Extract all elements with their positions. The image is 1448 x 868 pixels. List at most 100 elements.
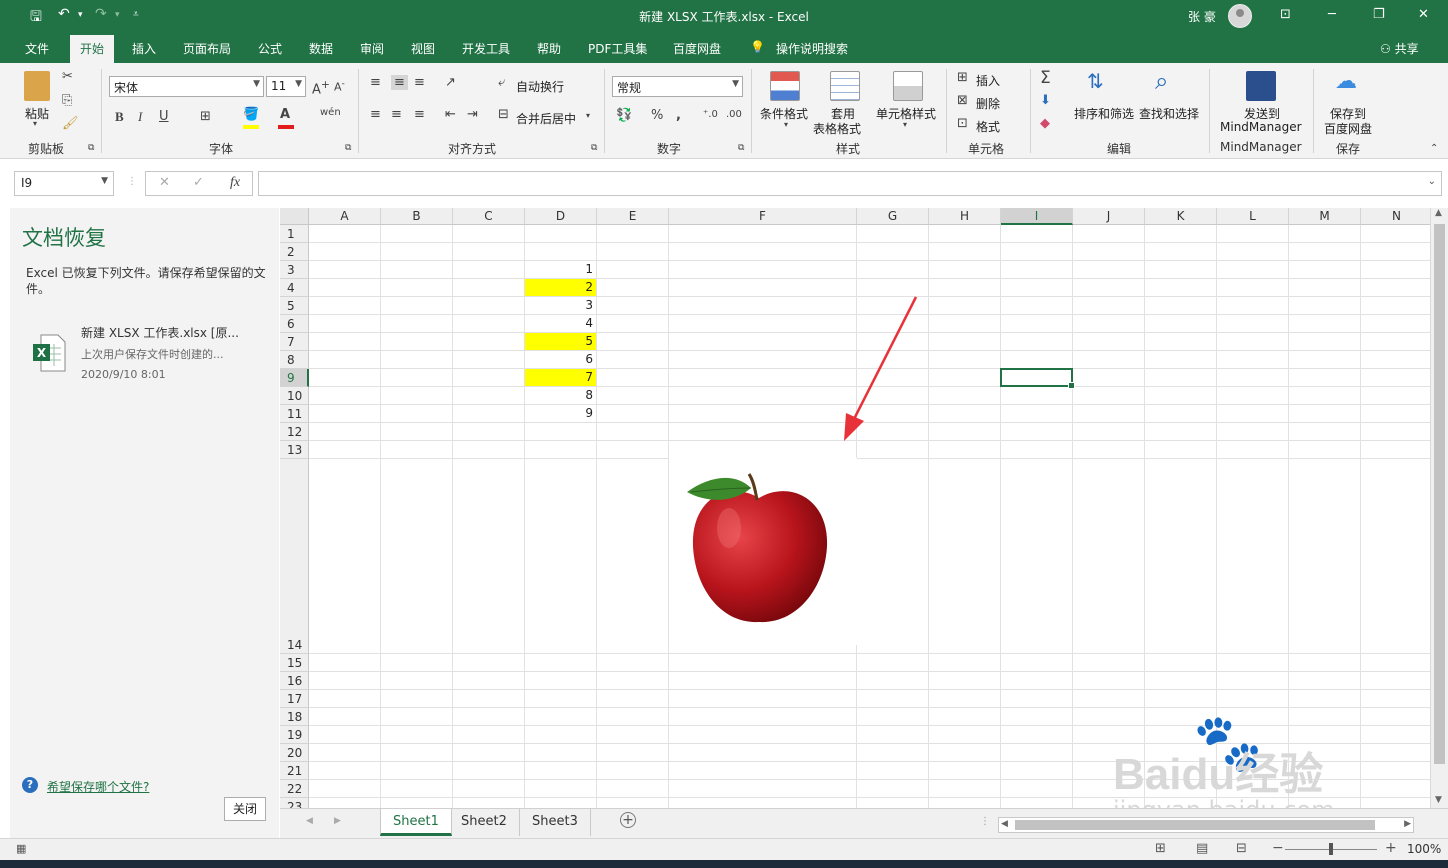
row-header-6[interactable]: 6 [280, 315, 309, 333]
tab-review[interactable]: 审阅 [360, 40, 384, 57]
row-header-10[interactable]: 10 [280, 387, 309, 405]
find-select-button[interactable]: 查找和选择 [1139, 105, 1199, 122]
row-header-19[interactable]: 19 [280, 726, 309, 744]
paste-icon[interactable] [24, 71, 50, 101]
page-break-view-icon[interactable]: ⊟ [1236, 841, 1247, 856]
column-header-b[interactable]: B [381, 208, 453, 225]
phonetic-icon[interactable]: wén [320, 107, 341, 118]
cell-d8[interactable]: 6 [525, 351, 596, 368]
split-handle-icon[interactable]: ⋮ [980, 816, 990, 827]
cell-d7[interactable]: 5 [525, 333, 596, 350]
align-right-icon[interactable]: ≡ [414, 107, 425, 122]
align-bottom-icon[interactable]: ≡ [414, 75, 425, 90]
scroll-right-icon[interactable]: ▶ [1404, 819, 1411, 829]
row-header-20[interactable]: 20 [280, 744, 309, 762]
merge-center-button[interactable]: 合并后居中 [516, 110, 576, 127]
cell-d10[interactable]: 8 [525, 387, 596, 404]
number-launcher-icon[interactable]: ⧉ [738, 143, 744, 153]
format-cells-button[interactable]: 格式 [976, 118, 1000, 135]
column-header-k[interactable]: K [1145, 208, 1217, 225]
tab-pdf-tools[interactable]: PDF工具集 [588, 40, 647, 57]
row-header-8[interactable]: 8 [280, 351, 309, 369]
clipboard-launcher-icon[interactable]: ⧉ [88, 143, 94, 153]
percent-icon[interactable]: % [651, 108, 663, 123]
increase-font-icon[interactable]: A+ [312, 78, 330, 97]
row-header-4[interactable]: 4 [280, 279, 309, 297]
cell-d5[interactable]: 3 [525, 297, 596, 314]
tab-view[interactable]: 视图 [411, 40, 435, 57]
font-color-icon[interactable]: A [280, 107, 290, 122]
prev-sheet-icon[interactable]: ◀ [306, 816, 313, 826]
insert-function-icon[interactable]: fx [230, 175, 240, 191]
row-header-7[interactable]: 7 [280, 333, 309, 351]
macro-record-icon[interactable]: ▦ [16, 842, 26, 855]
column-header-l[interactable]: L [1217, 208, 1289, 225]
sort-filter-icon[interactable]: ⇅ [1087, 69, 1104, 93]
delete-cells-icon[interactable]: ⊠ [957, 93, 968, 108]
row-header-1[interactable]: 1 [280, 225, 309, 243]
fill-icon[interactable]: ⬇ [1040, 93, 1051, 108]
close-recovery-button[interactable]: 关闭 [224, 797, 266, 821]
zoom-in-icon[interactable]: + [1385, 840, 1397, 856]
increase-indent-icon[interactable]: ⇥ [467, 107, 478, 122]
ribbon-display-icon[interactable]: ⊡ [1280, 7, 1291, 22]
mindmanager-icon[interactable] [1246, 71, 1276, 101]
share-button[interactable]: ⚇ 共享 [1380, 40, 1419, 57]
sheet-tab-3[interactable]: Sheet3 [519, 809, 591, 836]
column-header-f[interactable]: F [669, 208, 857, 225]
underline-icon[interactable]: U [159, 109, 169, 124]
active-cell-selection[interactable] [1000, 368, 1075, 389]
cut-icon[interactable]: ✂ [62, 69, 73, 84]
autosum-icon[interactable]: Σ [1040, 68, 1051, 88]
increase-decimal-icon[interactable]: ⁺.0 [703, 109, 718, 120]
row-header-21[interactable]: 21 [280, 762, 309, 780]
recovered-file-name[interactable]: 新建 XLSX 工作表.xlsx [原... [81, 324, 239, 341]
tab-page-layout[interactable]: 页面布局 [183, 40, 231, 57]
row-header-15[interactable]: 15 [280, 654, 309, 672]
row-header-9[interactable]: 9 [280, 369, 309, 387]
decrease-indent-icon[interactable]: ⇤ [445, 107, 456, 122]
clear-icon[interactable]: ◆ [1040, 116, 1050, 131]
worksheet-grid[interactable]: ABCDEFGHIJKLMN 1 2 3 4 5 6 7 8 9 10 11 12 13 14 15 16 17… [280, 208, 1448, 808]
column-header-n[interactable]: N [1361, 208, 1433, 225]
delete-cells-button[interactable]: 删除 [976, 95, 1000, 112]
conditional-format-icon[interactable] [770, 71, 800, 101]
format-painter-icon[interactable]: 🖌 [62, 116, 79, 131]
horizontal-scrollbar[interactable]: ◀ ▶ [998, 817, 1414, 833]
minimize-icon[interactable]: ─ [1328, 7, 1336, 22]
column-header-c[interactable]: C [453, 208, 525, 225]
horizontal-scroll-thumb[interactable] [1015, 820, 1375, 830]
tab-file[interactable]: 文件 [25, 40, 49, 57]
row-header-16[interactable]: 16 [280, 672, 309, 690]
cell-d6[interactable]: 4 [525, 315, 596, 332]
bold-icon[interactable]: B [115, 109, 124, 125]
font-name-combo[interactable]: 宋体 ▼ [109, 76, 264, 97]
row-header-5[interactable]: 5 [280, 297, 309, 315]
column-header-h[interactable]: H [929, 208, 1001, 225]
format-table-icon[interactable] [830, 71, 860, 101]
tell-me-search[interactable]: 操作说明搜索 [776, 40, 848, 57]
vertical-scroll-thumb[interactable] [1434, 224, 1445, 764]
copy-icon[interactable]: ⎘ [62, 93, 72, 108]
scroll-up-icon[interactable]: ▲ [1435, 208, 1442, 218]
format-cells-icon[interactable]: ⊡ [957, 116, 968, 131]
align-center-icon[interactable]: ≡ [391, 107, 402, 122]
insert-cells-button[interactable]: 插入 [976, 72, 1000, 89]
vertical-scrollbar[interactable]: ▲ ▼ [1430, 208, 1448, 808]
row-header-22[interactable]: 22 [280, 780, 309, 798]
cell-styles-icon[interactable] [893, 71, 923, 101]
wrap-text-icon[interactable]: ⤶ [498, 75, 505, 90]
avatar[interactable] [1228, 4, 1252, 28]
restore-icon[interactable]: ❐ [1373, 7, 1385, 22]
cell-d4[interactable]: 2 [525, 279, 596, 296]
user-name[interactable]: 张 豪 [1188, 8, 1216, 25]
zoom-out-icon[interactable]: − [1272, 840, 1284, 856]
font-launcher-icon[interactable]: ⧉ [345, 143, 351, 153]
zoom-slider-thumb[interactable] [1329, 843, 1333, 855]
scroll-left-icon[interactable]: ◀ [1001, 819, 1008, 829]
row-header-11[interactable]: 11 [280, 405, 309, 423]
apple-picture[interactable] [669, 458, 857, 645]
page-layout-view-icon[interactable]: ▤ [1196, 841, 1208, 856]
cell-d9[interactable]: 7 [525, 369, 596, 386]
find-select-icon[interactable]: ⌕ [1155, 67, 1168, 95]
